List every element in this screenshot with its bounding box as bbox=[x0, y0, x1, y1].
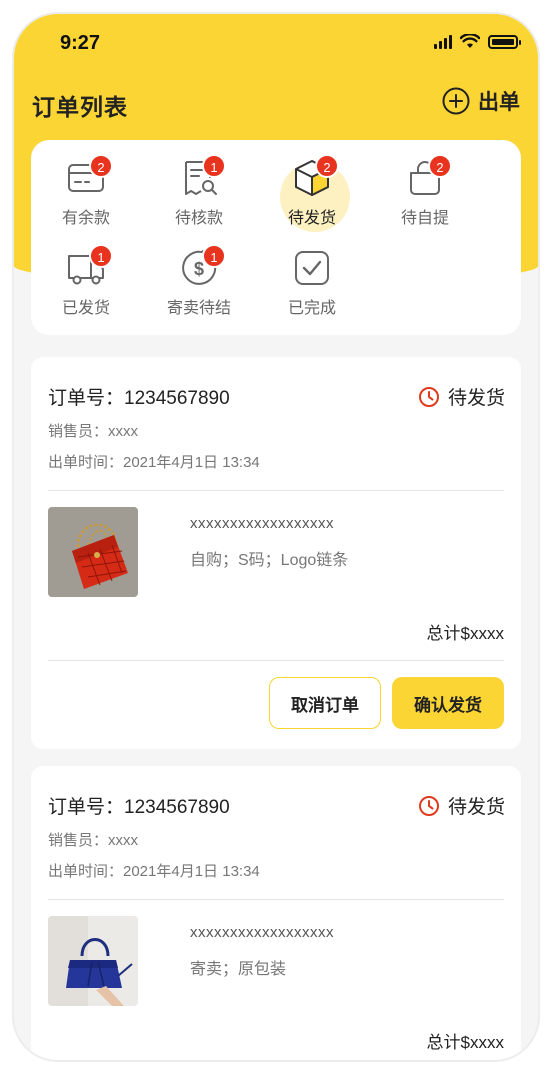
new-order-label: 出单 bbox=[478, 91, 520, 114]
order-status-label: 待发货 bbox=[447, 388, 505, 409]
product-name: xxxxxxxxxxxxxxxxxx bbox=[190, 515, 334, 532]
badge: 1 bbox=[89, 244, 113, 268]
status-tab-label: 有余款 bbox=[61, 210, 110, 227]
order-number: 订单号：1234567890 bbox=[48, 797, 230, 818]
phone-frame: 9:27 订单列表 出单 2 有余款 1 待核款 2 待发货 2 待自提 1 已… bbox=[14, 14, 538, 1060]
status-bar: 9:27 bbox=[14, 14, 538, 74]
badge: 2 bbox=[89, 154, 113, 178]
order-time: 出单时间：2021年4月1日 13:34 bbox=[48, 454, 260, 471]
badge: 2 bbox=[428, 154, 452, 178]
order-card[interactable]: 订单号：1234567890 待发货 销售员：xxxx 出单时间：2021年4月… bbox=[31, 766, 521, 1060]
order-number: 订单号：1234567890 bbox=[48, 388, 230, 409]
order-status-panel: 2 有余款 1 待核款 2 待发货 2 待自提 1 已发货 $ 1 寄卖待结 已… bbox=[31, 140, 521, 335]
divider bbox=[48, 660, 504, 661]
status-tab-balance[interactable]: 2 有余款 bbox=[31, 140, 141, 227]
page-title: 订单列表 bbox=[32, 94, 128, 120]
status-tab-to-ship[interactable]: 2 待发货 bbox=[257, 140, 367, 232]
cancel-order-button[interactable]: 取消订单 bbox=[269, 677, 381, 729]
product-spec: 寄卖；原包装 bbox=[190, 961, 287, 978]
badge: 1 bbox=[202, 244, 226, 268]
wifi-icon bbox=[460, 34, 480, 48]
badge: 2 bbox=[315, 154, 339, 178]
status-tab-label: 寄卖待结 bbox=[166, 300, 231, 317]
status-tab-label: 已发货 bbox=[61, 300, 110, 317]
plus-circle-icon bbox=[442, 87, 470, 115]
status-tab-pickup[interactable]: 2 待自提 bbox=[370, 140, 480, 227]
divider bbox=[48, 899, 504, 900]
confirm-ship-button[interactable]: 确认发货 bbox=[392, 677, 504, 729]
status-tab-shipped[interactable]: 1 已发货 bbox=[31, 230, 141, 317]
seller: 销售员：xxxx bbox=[48, 832, 139, 849]
svg-text:$: $ bbox=[194, 259, 204, 279]
status-tab-label: 待发货 bbox=[287, 210, 336, 227]
product-name: xxxxxxxxxxxxxxxxxx bbox=[190, 924, 334, 941]
seller: 销售员：xxxx bbox=[48, 423, 139, 440]
order-total: 总计$xxxx bbox=[426, 1033, 504, 1052]
battery-icon bbox=[488, 34, 521, 49]
order-time: 出单时间：2021年4月1日 13:34 bbox=[48, 863, 260, 880]
divider bbox=[48, 490, 504, 491]
status-tab-verify[interactable]: 1 待核款 bbox=[144, 140, 254, 227]
order-status: 待发货 bbox=[418, 792, 505, 819]
order-total: 总计$xxxx bbox=[426, 624, 504, 643]
status-tab-completed[interactable]: 已完成 bbox=[257, 230, 367, 317]
order-card[interactable]: 订单号：1234567890 待发货 销售员：xxxx 出单时间：2021年4月… bbox=[31, 357, 521, 749]
badge: 1 bbox=[202, 154, 226, 178]
title-bar: 订单列表 出单 bbox=[14, 84, 538, 124]
clock-icon bbox=[418, 386, 439, 407]
product-spec: 自购；S码；Logo链条 bbox=[190, 552, 349, 569]
order-status-label: 待发货 bbox=[447, 797, 505, 818]
signal-icon bbox=[434, 34, 452, 49]
product-image-red-bag[interactable] bbox=[48, 507, 138, 597]
status-tab-label: 已完成 bbox=[287, 300, 336, 317]
order-status: 待发货 bbox=[418, 383, 505, 410]
clock-icon bbox=[418, 795, 439, 816]
status-tab-label: 待核款 bbox=[174, 210, 223, 227]
status-time: 9:27 bbox=[60, 32, 101, 54]
product-image-blue-bag[interactable] bbox=[48, 916, 138, 1006]
status-tab-label: 待自提 bbox=[400, 210, 449, 227]
new-order-button[interactable]: 出单 bbox=[442, 86, 520, 116]
status-tab-consignment[interactable]: $ 1 寄卖待结 bbox=[144, 230, 254, 317]
check-icon bbox=[295, 251, 329, 285]
status-icons bbox=[434, 34, 521, 49]
